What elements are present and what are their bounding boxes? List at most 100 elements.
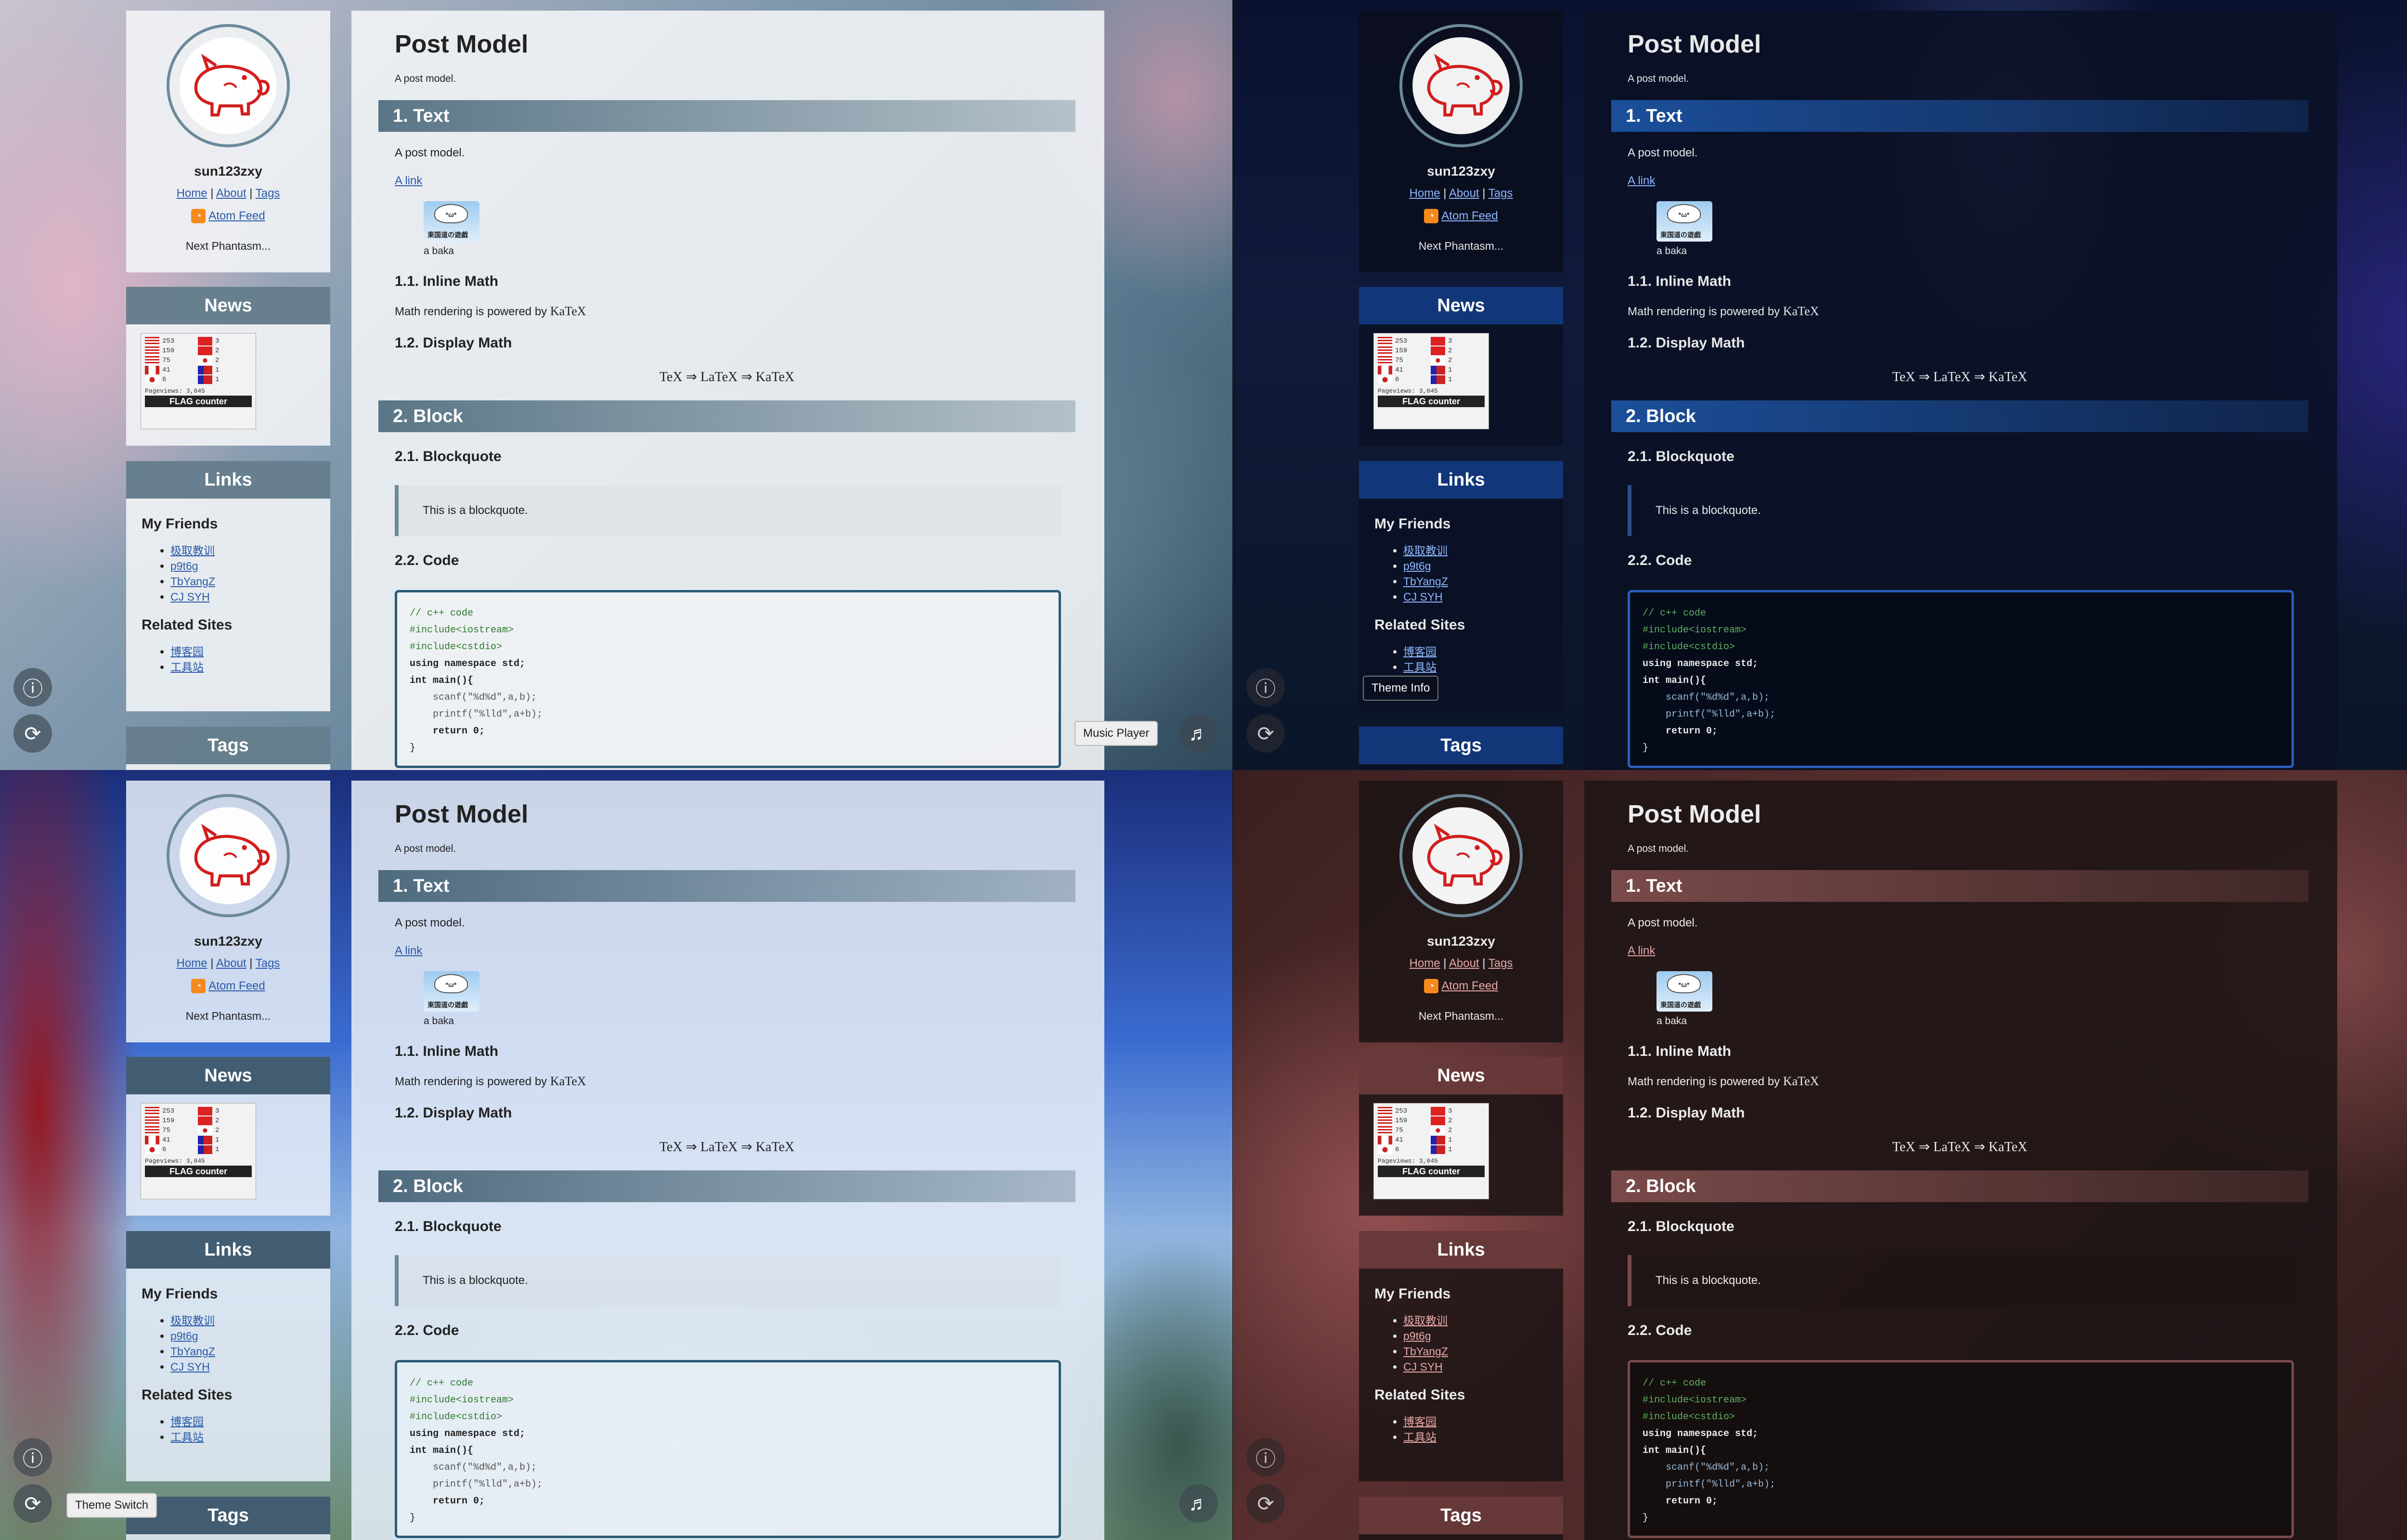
- list-item: p9t6g: [170, 1328, 315, 1344]
- nav-about-link[interactable]: About: [1449, 957, 1479, 970]
- atom-feed-link[interactable]: Atom Feed: [1441, 979, 1498, 992]
- rss-icon: ◔: [1424, 979, 1439, 993]
- section-heading-code: 2.2. Code: [1628, 552, 1692, 568]
- kr-flag-icon: [1431, 1126, 1445, 1135]
- rss-icon: ◔: [191, 979, 206, 993]
- us-flag-icon: [145, 346, 159, 355]
- nav-tags-link[interactable]: Tags: [1488, 187, 1513, 200]
- atom-feed-link[interactable]: Atom Feed: [1441, 209, 1498, 222]
- friend-link[interactable]: 极取教训: [170, 1314, 215, 1327]
- body-link[interactable]: A link: [1628, 944, 2308, 958]
- friend-link[interactable]: TbYangZ: [170, 1345, 215, 1358]
- friend-link[interactable]: CJ SYH: [170, 590, 210, 603]
- kr-flag-icon: [1431, 356, 1445, 365]
- blockquote: This is a blockquote.: [395, 485, 1061, 536]
- flag-counter-widget[interactable]: 253 3 159 2 75 2 41 1 6 1 Pageviews: 3,0…: [141, 1103, 256, 1199]
- nav-tags-link[interactable]: Tags: [1488, 957, 1513, 970]
- next-phantasm-text: Next Phantasm...: [1418, 240, 1504, 252]
- friend-link[interactable]: TbYangZ: [1403, 1345, 1448, 1358]
- info-button[interactable]: ⓘ: [1246, 668, 1285, 706]
- related-site-link[interactable]: 博客园: [1403, 1415, 1436, 1428]
- flag-row: 75 2: [1378, 1126, 1485, 1135]
- section-heading-code: 2.2. Code: [395, 552, 459, 568]
- code-block: // c++ code #include<iostream> #include<cs…: [1628, 590, 2294, 768]
- nav-tags-link[interactable]: Tags: [256, 957, 280, 970]
- nav-about-link[interactable]: About: [1449, 187, 1479, 200]
- list-item: CJ SYH: [1403, 1359, 1548, 1374]
- friend-link[interactable]: TbYangZ: [170, 575, 215, 588]
- us-flag-icon: [1378, 337, 1392, 346]
- nav-about-link[interactable]: About: [216, 187, 246, 200]
- nav-home-link[interactable]: Home: [177, 187, 207, 200]
- friend-link[interactable]: TbYangZ: [1403, 575, 1448, 588]
- tw-flag-icon: [198, 375, 212, 384]
- flag-row: 159 2: [145, 346, 252, 356]
- katex-logo: KaTeX: [550, 304, 586, 318]
- tw-flag-icon: [198, 1136, 212, 1144]
- code-line: return 0;: [1643, 726, 1718, 737]
- body-link[interactable]: A link: [395, 944, 1075, 958]
- friend-link[interactable]: p9t6g: [170, 560, 198, 572]
- music-player-button[interactable]: ♬: [1179, 714, 1218, 753]
- related-site-link[interactable]: 工具站: [1403, 1431, 1436, 1443]
- friend-link[interactable]: p9t6g: [1403, 560, 1431, 572]
- inline-math-text: Math rendering is powered by KaTeX: [395, 304, 586, 318]
- next-phantasm-text: Next Phantasm...: [1418, 1010, 1504, 1022]
- nav-home-link[interactable]: Home: [1410, 187, 1440, 200]
- friend-link[interactable]: p9t6g: [170, 1330, 198, 1342]
- body-link[interactable]: A link: [395, 174, 1075, 188]
- nav-home-link[interactable]: Home: [1410, 957, 1440, 970]
- friend-link[interactable]: 极取教训: [170, 544, 215, 557]
- friend-link[interactable]: p9t6g: [1403, 1330, 1431, 1342]
- theme-switch-button[interactable]: ⟳: [1246, 1484, 1285, 1523]
- flag-counter-widget[interactable]: 253 3 159 2 75 2 41 1 6 1 Pageviews: 3,0…: [1373, 333, 1489, 429]
- body-text: A post model.: [1628, 916, 1698, 929]
- tw-flag-icon: [1431, 1136, 1445, 1144]
- section-heading-block: 2. Block: [378, 1170, 1075, 1202]
- related-sites-list: 博客园 工具站: [1403, 644, 1548, 675]
- flag-counter-widget[interactable]: 253 3 159 2 75 2 41 1 6 1 Pageviews: 3,0…: [1373, 1103, 1489, 1199]
- friend-link[interactable]: 极取教训: [1403, 1314, 1448, 1327]
- related-site-link[interactable]: 工具站: [170, 661, 204, 673]
- news-header: News: [126, 1057, 330, 1094]
- theme-switch-button[interactable]: ⟳: [1246, 714, 1285, 753]
- code-line: #include<iostream>: [410, 625, 514, 636]
- nav-tags-link[interactable]: Tags: [256, 187, 280, 200]
- nav-separator: |: [1443, 187, 1447, 200]
- code-line: #include<cstdio>: [410, 1412, 503, 1423]
- section-heading-text: 1. Text: [1611, 100, 2308, 132]
- tags-header: Tags: [1359, 727, 1563, 764]
- nav-home-link[interactable]: Home: [177, 957, 207, 970]
- username: sun123zxy: [1427, 934, 1495, 949]
- news-card: News 253 3 159 2 75 2 41 1 6 1 Pageviews…: [1359, 1057, 1563, 1216]
- atom-feed-link[interactable]: Atom Feed: [208, 979, 265, 992]
- friend-link[interactable]: CJ SYH: [170, 1360, 210, 1373]
- friend-link[interactable]: CJ SYH: [1403, 1360, 1443, 1373]
- pageviews-count: Pageviews: 3,045: [145, 1157, 205, 1165]
- theme-switch-button[interactable]: ⟳: [13, 1484, 52, 1523]
- flag-counter-widget[interactable]: 253 3 159 2 75 2 41 1 6 1 Pageviews: 3,0…: [141, 333, 256, 429]
- related-site-link[interactable]: 工具站: [170, 1431, 204, 1443]
- info-button[interactable]: ⓘ: [13, 668, 52, 706]
- info-button[interactable]: ⓘ: [13, 1438, 52, 1476]
- list-item: 极取教训: [170, 543, 315, 558]
- body-link[interactable]: A link: [1628, 174, 2308, 188]
- list-item: 工具站: [1403, 1429, 1548, 1445]
- related-site-link[interactable]: 博客园: [1403, 645, 1436, 658]
- nav-separator: |: [1482, 187, 1486, 200]
- music-player-button[interactable]: ♬: [1179, 1484, 1218, 1523]
- related-site-link[interactable]: 博客园: [170, 1415, 204, 1428]
- related-site-link[interactable]: 博客园: [170, 645, 204, 658]
- post-subtitle: A post model.: [395, 73, 456, 84]
- jp-flag-icon: [145, 375, 159, 384]
- atom-feed: ◔ Atom Feed: [1359, 979, 1563, 993]
- section-heading-code: 2.2. Code: [1628, 1322, 1692, 1338]
- list-item: 工具站: [170, 1429, 315, 1445]
- friend-link[interactable]: CJ SYH: [1403, 590, 1443, 603]
- related-site-link[interactable]: 工具站: [1403, 661, 1436, 673]
- theme-switch-button[interactable]: ⟳: [13, 714, 52, 753]
- nav-about-link[interactable]: About: [216, 957, 246, 970]
- atom-feed-link[interactable]: Atom Feed: [208, 209, 265, 222]
- info-button[interactable]: ⓘ: [1246, 1438, 1285, 1476]
- friend-link[interactable]: 极取教训: [1403, 544, 1448, 557]
